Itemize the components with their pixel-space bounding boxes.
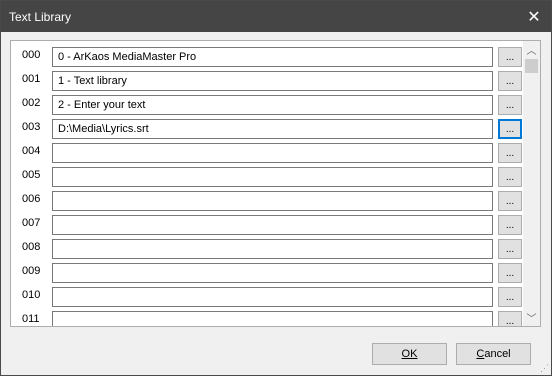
list-row: 004... [11, 140, 531, 164]
resize-grip-icon[interactable]: ⋰ [539, 363, 549, 373]
text-entry-field[interactable] [52, 167, 493, 187]
scrollbar-thumb[interactable] [525, 59, 538, 73]
cancel-label: Cancel [476, 348, 511, 360]
row-number: 004 [22, 145, 41, 157]
window-title: Text Library [9, 10, 72, 24]
text-entry-field[interactable] [52, 311, 493, 326]
row-number: 003 [22, 121, 41, 133]
text-entry-field[interactable] [52, 215, 493, 235]
text-library-dialog: Text Library ✕ 000 0 - ArKaos MediaMaster… [0, 0, 552, 376]
browse-button[interactable]: ... [498, 71, 522, 91]
text-list: 000 0 - ArKaos MediaMaster Pro... 001 1 - T… [10, 40, 541, 327]
browse-button[interactable]: ... [498, 47, 522, 67]
browse-button[interactable]: ... [498, 263, 522, 283]
row-number: 002 [22, 97, 41, 109]
list-row: 003 D:\Media\Lyrics.srt... [11, 116, 531, 140]
browse-button[interactable]: ... [498, 95, 522, 115]
title-bar[interactable]: Text Library ✕ [1, 1, 551, 32]
list-row: 007... [11, 212, 531, 236]
list-row: 010... [11, 284, 531, 308]
browse-button[interactable]: ... [498, 239, 522, 259]
text-entry-field[interactable]: 2 - Enter your text [52, 95, 493, 115]
text-entry-field[interactable] [52, 143, 493, 163]
list-row: 002 2 - Enter your text... [11, 92, 531, 116]
list-row: 000 0 - ArKaos MediaMaster Pro... [11, 44, 531, 68]
list-row: 001 1 - Text library... [11, 68, 531, 92]
vertical-scrollbar[interactable]: ︿ ﹀ [523, 41, 540, 326]
browse-button[interactable]: ... [498, 167, 522, 187]
row-number: 006 [22, 193, 41, 205]
ok-label: OK [401, 348, 418, 360]
text-entry-field[interactable] [52, 263, 493, 283]
ok-button[interactable]: OK [372, 343, 447, 365]
text-entry-field[interactable] [52, 287, 493, 307]
text-entry-field[interactable] [52, 239, 493, 259]
row-number: 008 [22, 241, 41, 253]
row-number: 005 [22, 169, 41, 181]
browse-button[interactable]: ... [498, 191, 522, 211]
row-number: 001 [22, 73, 41, 85]
row-number: 007 [22, 217, 41, 229]
text-entry-field[interactable]: 1 - Text library [52, 71, 493, 91]
list-row: 008... [11, 236, 531, 260]
text-rows: 000 0 - ArKaos MediaMaster Pro... 001 1 - T… [11, 41, 531, 326]
list-row: 009... [11, 260, 531, 284]
list-row: 006... [11, 188, 531, 212]
browse-button[interactable]: ... [498, 143, 522, 163]
scroll-down-icon[interactable]: ﹀ [523, 309, 540, 326]
cancel-button[interactable]: Cancel [456, 343, 531, 365]
browse-button[interactable]: ... [498, 119, 522, 139]
browse-button[interactable]: ... [498, 287, 522, 307]
browse-button[interactable]: ... [498, 215, 522, 235]
list-row: 011... [11, 308, 531, 326]
list-row: 005... [11, 164, 531, 188]
browse-button[interactable]: ... [498, 311, 522, 326]
text-entry-field[interactable]: D:\Media\Lyrics.srt [52, 119, 493, 139]
text-entry-field[interactable] [52, 191, 493, 211]
scroll-up-icon[interactable]: ︿ [523, 41, 540, 58]
row-number: 000 [22, 49, 41, 61]
row-number: 009 [22, 265, 41, 277]
row-number: 010 [22, 289, 41, 301]
row-number: 011 [22, 313, 40, 325]
text-entry-field[interactable]: 0 - ArKaos MediaMaster Pro [52, 47, 493, 67]
close-icon[interactable]: ✕ [517, 1, 551, 32]
